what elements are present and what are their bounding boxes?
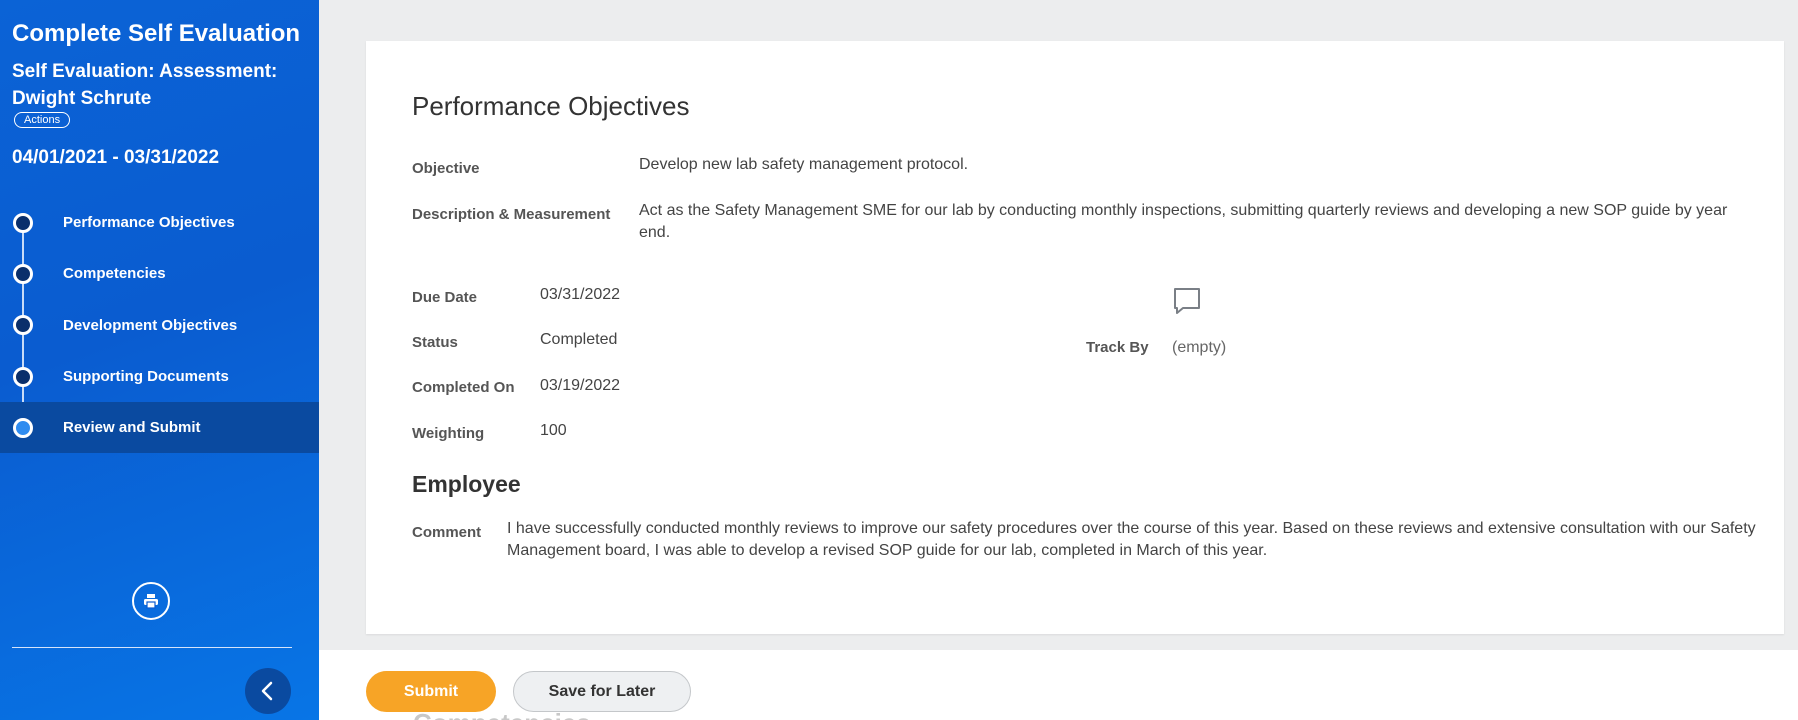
step-label: Competencies: [63, 265, 166, 283]
description-value: Act as the Safety Management SME for our…: [639, 202, 1728, 241]
date-range: 04/01/2021 - 03/31/2022: [12, 147, 220, 168]
section-title: Performance Objectives: [412, 91, 690, 121]
objective-label: Objective: [412, 160, 480, 177]
weighting-value: 100: [540, 422, 567, 439]
step-indicator: [13, 263, 33, 284]
chevron-left-icon: [261, 681, 273, 701]
completed-on-label: Completed On: [412, 379, 515, 396]
track-by-value: (empty): [1172, 339, 1227, 356]
due-date-value: 03/31/2022: [540, 286, 621, 303]
collapse-sidebar-button[interactable]: [245, 668, 291, 714]
sidebar-divider: [12, 647, 292, 648]
step-label: Development Objectives: [63, 316, 238, 334]
step-indicator: [13, 212, 33, 233]
step-indicator: [13, 366, 33, 387]
weighting-label: Weighting: [412, 425, 485, 442]
action-bar: Competencies Submit Save for Later: [319, 650, 1798, 720]
step-label: Supporting Documents: [63, 368, 229, 386]
actions-button[interactable]: Actions: [14, 112, 71, 128]
evaluation-subtitle: Self Evaluation: Assessment: Dwight Schr…: [12, 61, 278, 109]
step-development-objectives[interactable]: Development Objectives: [0, 300, 319, 351]
comment-value: I have successfully conducted monthly re…: [507, 520, 1756, 559]
step-competencies[interactable]: Competencies: [0, 248, 319, 299]
sidebar: Complete Self Evaluation Self Evaluation…: [0, 0, 319, 720]
page-title: Complete Self Evaluation: [12, 20, 301, 47]
objective-value: Develop new lab safety management protoc…: [639, 156, 969, 173]
comment-icon[interactable]: [1172, 287, 1202, 320]
step-label: Review and Submit: [63, 419, 201, 437]
comment-label: Comment: [412, 524, 482, 541]
print-icon: [144, 594, 158, 609]
step-indicator: [13, 315, 33, 336]
completed-on-value: 03/19/2022: [540, 377, 621, 394]
objective-card: Performance Objectives Objective Develop…: [366, 41, 1784, 634]
step-performance-objectives[interactable]: Performance Objectives: [0, 197, 319, 248]
status-value: Completed: [540, 331, 618, 348]
submit-button[interactable]: Submit: [366, 671, 496, 712]
step-list: Performance Objectives Competencies Deve…: [0, 197, 319, 454]
step-label: Performance Objectives: [63, 214, 235, 232]
description-label: Description & Measurement: [412, 206, 611, 223]
step-indicator-active: [13, 417, 33, 438]
employee-heading: Employee: [412, 471, 521, 497]
save-for-later-button[interactable]: Save for Later: [513, 671, 691, 712]
step-supporting-documents[interactable]: Supporting Documents: [0, 351, 319, 402]
print-button[interactable]: [132, 582, 170, 620]
due-date-label: Due Date: [412, 289, 478, 306]
step-review-and-submit[interactable]: Review and Submit: [0, 402, 319, 454]
status-label: Status: [412, 334, 458, 351]
track-by-label: Track By: [1086, 339, 1149, 356]
